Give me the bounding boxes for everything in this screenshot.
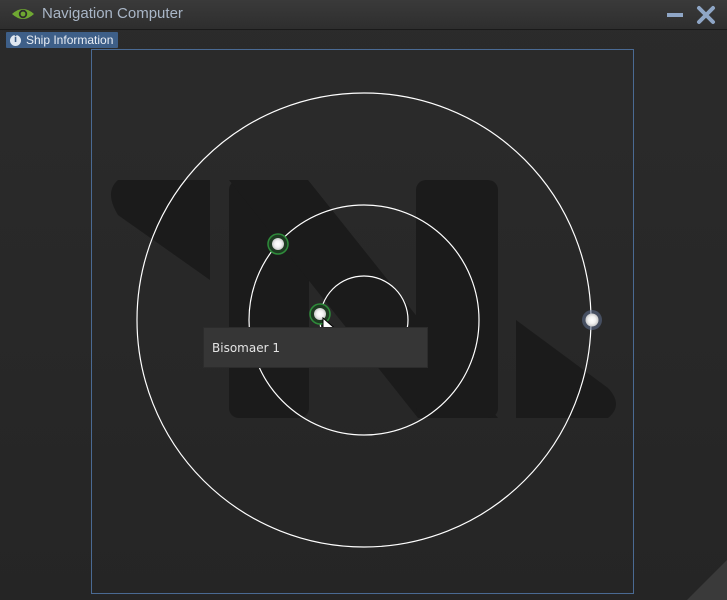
tooltip-text: Bisomaer 1 — [212, 341, 280, 355]
resize-grip[interactable] — [687, 560, 727, 600]
navigation-computer-window: Navigation Computer i Ship Information B… — [0, 0, 727, 600]
navigation-panel — [91, 49, 634, 594]
planet-tooltip: Bisomaer 1 — [203, 327, 428, 368]
